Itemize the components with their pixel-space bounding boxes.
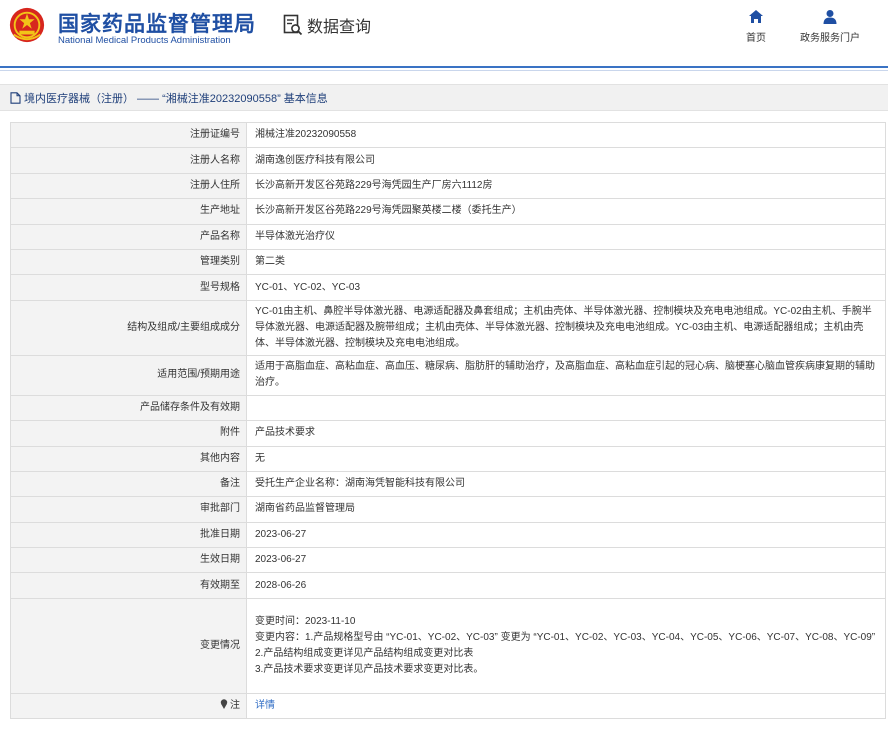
document-search-icon: [283, 14, 303, 36]
table-row-product-name: 产品名称 半导体激光治疗仪: [10, 223, 886, 250]
breadcrumb-text: 境内医疗器械（注册） —— “湘械注准20232090558” 基本信息: [24, 92, 328, 105]
table-row-reg-no: 注册证编号 湘械注准20232090558: [10, 121, 886, 149]
nav-service-portal[interactable]: 政务服务门户: [800, 9, 860, 44]
row-label: 注册人名称: [10, 147, 247, 174]
brand-name-cn: 国家药品监督管理局: [58, 13, 256, 36]
row-value: 湖南省药品监督管理局: [246, 496, 886, 523]
row-label: 注册证编号: [10, 121, 247, 149]
change-line: 变更内容：1.产品规格型号由 “YC-01、YC-02、YC-03” 变更为 “…: [255, 631, 876, 643]
row-label: 审批部门: [10, 496, 247, 523]
table-row-mgmt-class: 管理类别 第二类: [10, 248, 886, 276]
change-line: 变更时间：2023-11-10: [255, 615, 356, 627]
row-label: 型号规格: [10, 274, 247, 301]
user-icon: [823, 10, 837, 24]
header-divider-thin: [0, 70, 888, 71]
row-label: 批准日期: [10, 521, 247, 549]
row-label: 其他内容: [10, 445, 247, 472]
row-value: 适用于高脂血症、高粘血症、高血压、糖尿病、脂肪肝的辅助治疗，及高脂血症、高粘血症…: [246, 354, 886, 396]
row-label: 变更情况: [10, 597, 247, 694]
pin-icon: [220, 699, 228, 710]
table-row-storage: 产品储存条件及有效期: [10, 394, 886, 422]
table-row-remark: 备注 受托生产企业名称：湖南海凭智能科技有限公司: [10, 470, 886, 498]
table-row-change: 变更情况 变更时间：2023-11-10 变更内容：1.产品规格型号由 “YC-…: [10, 597, 886, 694]
table-row-model: 型号规格 YC-01、YC-02、YC-03: [10, 274, 886, 301]
table-row-structure: 结构及组成/主要组成成分 YC-01由主机、鼻腔半导体激光器、电源适配器及鼻套组…: [10, 299, 886, 356]
home-icon: [749, 10, 763, 23]
row-value: 产品技术要求: [246, 420, 886, 447]
row-value: 长沙高新开发区谷苑路229号海凭园生产厂房六1112房: [246, 172, 886, 200]
row-value: 2023-06-27: [246, 521, 886, 549]
national-emblem-icon: [9, 7, 45, 43]
row-value: 长沙高新开发区谷苑路229号海凭园聚英楼二楼（委托生产）: [246, 198, 886, 225]
row-value: 受托生产企业名称：湖南海凭智能科技有限公司: [246, 470, 886, 498]
nav-service-portal-label: 政务服务门户: [800, 33, 860, 44]
table-row-registrant: 注册人名称 湖南逸创医疗科技有限公司: [10, 147, 886, 174]
nav-home[interactable]: 首页: [746, 9, 766, 44]
detail-table: 注册证编号 湘械注准20232090558 注册人名称 湖南逸创医疗科技有限公司…: [10, 121, 886, 720]
row-label: 产品储存条件及有效期: [10, 394, 247, 422]
row-value: 变更时间：2023-11-10 变更内容：1.产品规格型号由 “YC-01、YC…: [246, 597, 886, 694]
row-label: 有效期至: [10, 572, 247, 599]
row-label: 生产地址: [10, 198, 247, 225]
table-row-effective-date: 生效日期 2023-06-27: [10, 547, 886, 574]
row-label: 结构及组成/主要组成成分: [10, 299, 247, 356]
table-row-approval-dept: 审批部门 湖南省药品监督管理局: [10, 496, 886, 523]
row-label: 注册人住所: [10, 172, 247, 200]
row-label: 管理类别: [10, 248, 247, 276]
row-value: [246, 394, 886, 422]
row-value: YC-01由主机、鼻腔半导体激光器、电源适配器及鼻套组成；主机由壳体、半导体激光…: [246, 299, 886, 356]
document-icon: [10, 91, 21, 104]
row-value: 湖南逸创医疗科技有限公司: [246, 147, 886, 174]
row-value: 第二类: [246, 248, 886, 276]
row-label: 生效日期: [10, 547, 247, 574]
row-value: YC-01、YC-02、YC-03: [246, 274, 886, 301]
change-line: 3.产品技术要求变更详见产品技术要求变更对比表。: [255, 663, 484, 675]
row-label: 附件: [10, 420, 247, 447]
table-row-expiry-date: 有效期至 2028-06-26: [10, 572, 886, 599]
row-label: 备注: [10, 470, 247, 498]
row-label: 注: [10, 692, 247, 720]
table-row-registrant-address: 注册人住所 长沙高新开发区谷苑路229号海凭园生产厂房六1112房: [10, 172, 886, 200]
row-value: 湘械注准20232090558: [246, 121, 886, 149]
change-line: 2.产品结构组成变更详见产品结构组成变更对比表: [255, 647, 474, 659]
details-link[interactable]: 详情: [255, 700, 275, 711]
row-label: 适用范围/预期用途: [10, 354, 247, 396]
brand-name-en: National Medical Products Administration: [58, 35, 231, 46]
row-value: 半导体激光治疗仪: [246, 223, 886, 250]
note-label: 注: [230, 700, 240, 712]
row-value: 无: [246, 445, 886, 472]
data-query-link[interactable]: 数据查询: [283, 13, 371, 37]
table-row-scope: 适用范围/预期用途 适用于高脂血症、高粘血症、高血压、糖尿病、脂肪肝的辅助治疗，…: [10, 354, 886, 396]
table-row-other: 其他内容 无: [10, 445, 886, 472]
site-header: 国家药品监督管理局 National Medical Products Admi…: [0, 0, 888, 66]
table-row-production-address: 生产地址 长沙高新开发区谷苑路229号海凭园聚英楼二楼（委托生产）: [10, 198, 886, 225]
nav-home-label: 首页: [746, 33, 766, 44]
table-row-approval-date: 批准日期 2023-06-27: [10, 521, 886, 549]
row-value: 详情: [246, 692, 886, 720]
detail-table-container: 注册证编号 湘械注准20232090558 注册人名称 湖南逸创医疗科技有限公司…: [10, 121, 886, 720]
table-row-note: 注 详情: [10, 692, 886, 720]
table-row-attachment: 附件 产品技术要求: [10, 420, 886, 447]
row-value: 2023-06-27: [246, 547, 886, 574]
row-label: 产品名称: [10, 223, 247, 250]
data-query-label: 数据查询: [307, 19, 372, 36]
row-value: 2028-06-26: [246, 572, 886, 599]
breadcrumb: 境内医疗器械（注册） —— “湘械注准20232090558” 基本信息: [0, 84, 888, 111]
header-divider: [0, 66, 888, 68]
